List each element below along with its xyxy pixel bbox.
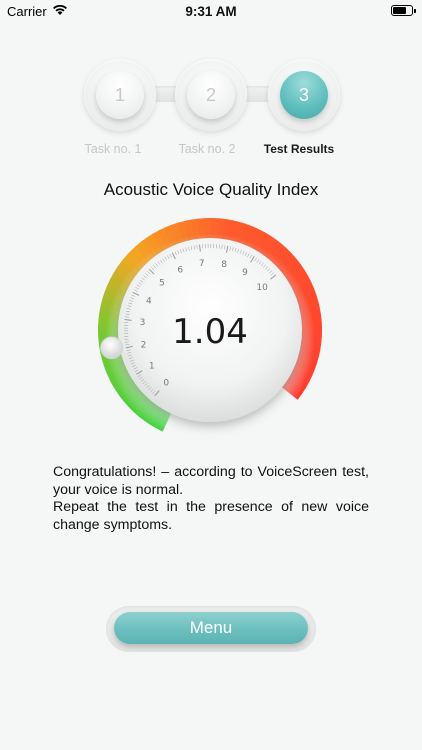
result-line-2: Repeat the test in the presence of new v… [53, 499, 369, 533]
arc-segment [197, 218, 207, 243]
scale-label: 5 [159, 278, 165, 288]
step-2-number: 2 [187, 71, 235, 119]
scale-label: 10 [256, 283, 268, 293]
step-1: 1 [84, 59, 156, 131]
arc-segment [177, 220, 191, 246]
step-2: 2 [175, 59, 247, 131]
arc-segment [232, 221, 247, 247]
arc-segment [221, 219, 233, 244]
scale-label: 4 [146, 297, 152, 307]
arc-segment [170, 222, 186, 248]
arc-segment [190, 218, 202, 244]
scale-label: 8 [221, 260, 227, 270]
step-1-number: 1 [96, 71, 144, 119]
avqi-gauge: 0 1 2 3 4 5 6 7 8 9 10 1.04 [90, 210, 330, 450]
menu-button[interactable]: Menu [114, 612, 308, 644]
result-message: Congratulations! – according to VoiceScr… [53, 464, 369, 534]
result-line-1: Congratulations! – according to VoiceScr… [53, 464, 369, 498]
arc-segment [242, 226, 259, 251]
arc-segment [227, 220, 240, 246]
progress-stepper: 1 2 3 Task no. 1 Task no. 2 Test Results [0, 0, 422, 170]
scale-label: 9 [242, 268, 248, 278]
gauge-graphic: 01 2 3 45 6 7 8 9 10 1.04 [98, 218, 322, 443]
step-3-number: 3 [280, 71, 328, 119]
step-3-label: Test Results [263, 142, 335, 156]
scale-label: 3 [140, 318, 146, 328]
step-3: 3 [268, 59, 340, 131]
gauge-value: 1.04 [172, 312, 248, 352]
arc-segment [247, 228, 266, 254]
scale-label: 2 [141, 341, 147, 351]
arc-segment [164, 224, 180, 250]
arc-segment [237, 223, 253, 249]
scale-label: 7 [199, 259, 205, 269]
scale-label: 1 [149, 362, 155, 372]
scale-label: 0 [163, 379, 169, 389]
arc-segment [183, 219, 196, 245]
gauge-title: Acoustic Voice Quality Index [103, 180, 319, 199]
arc-segment [216, 218, 227, 243]
gauge-pointer-knob [100, 336, 123, 360]
arc-segment [158, 227, 175, 253]
menu-button-frame: Menu [106, 606, 316, 652]
scale-label: 6 [177, 265, 183, 275]
